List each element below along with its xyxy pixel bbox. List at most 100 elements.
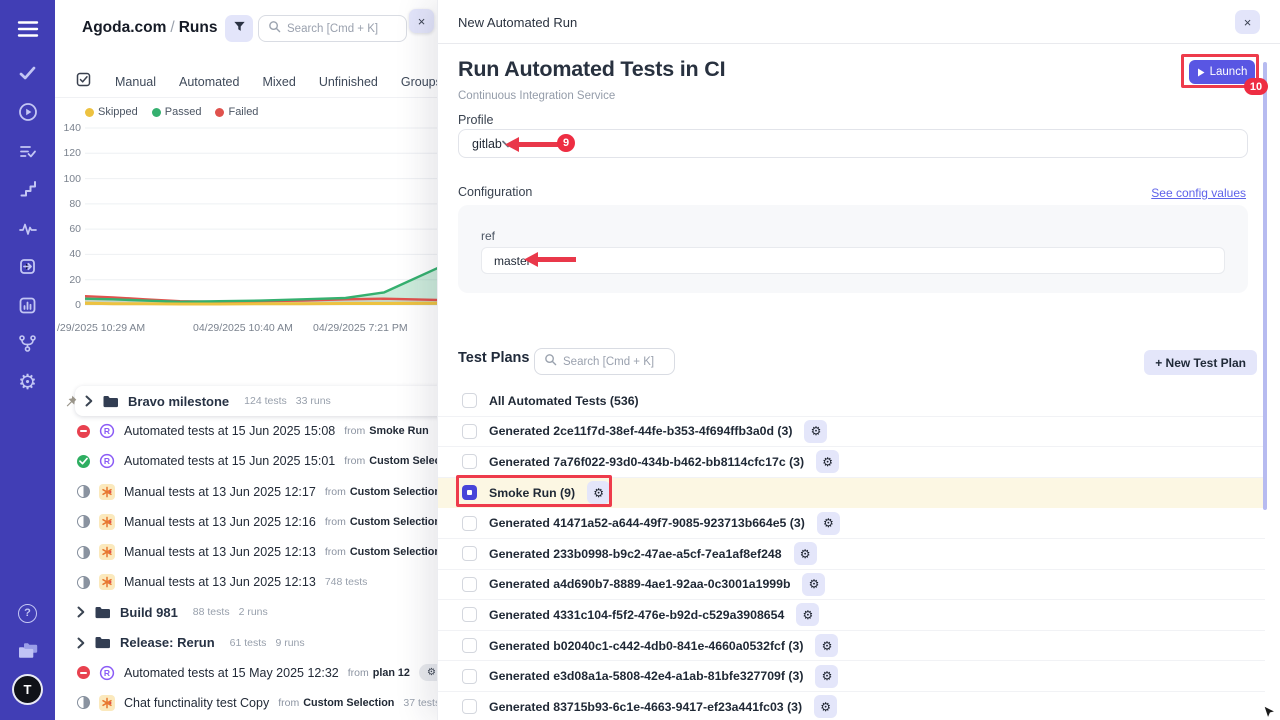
- breadcrumb-project[interactable]: Agoda.com: [82, 19, 166, 36]
- test-plan-checkbox[interactable]: [462, 454, 477, 469]
- legend-passed[interactable]: Passed: [152, 106, 202, 118]
- tab-manual[interactable]: Manual: [115, 75, 156, 89]
- chart-legend: Skipped Passed Failed: [85, 106, 258, 118]
- run-item[interactable]: RAutomated tests at 15 Jun 2025 15:08fro…: [55, 416, 437, 446]
- run-item[interactable]: RAutomated tests at 15 May 2025 12:32fro…: [55, 658, 437, 688]
- launch-button[interactable]: Launch: [1189, 60, 1255, 84]
- run-tests-count: 37 tests: [403, 697, 437, 709]
- run-folder-item[interactable]: Release: Rerun61 tests9 runs: [55, 628, 437, 658]
- runs-list: Bravo milestone124 tests33 runsRAutomate…: [55, 386, 437, 718]
- runs-panel: Agoda.com/Runs × Manual Automated Mixed …: [55, 0, 437, 720]
- run-item[interactable]: Chat functinality test CopyfromCustom Se…: [55, 688, 437, 718]
- sidebar-help-icon[interactable]: ?: [0, 601, 55, 625]
- sidebar-menu-icon[interactable]: [0, 17, 55, 41]
- test-plan-checkbox[interactable]: [462, 424, 477, 439]
- sidebar-import-icon[interactable]: [0, 254, 55, 278]
- test-plan-item[interactable]: Generated e3d08a1a-5808-42e4-a1ab-81bfe3…: [438, 661, 1265, 692]
- chevron-right-icon[interactable]: [85, 395, 93, 407]
- run-title: Automated tests at 15 Jun 2025 15:08: [124, 424, 335, 438]
- tab-groups[interactable]: Groups: [401, 75, 437, 89]
- run-folder-item[interactable]: Bravo milestone124 tests33 runs: [75, 386, 437, 416]
- status-failed-icon: [77, 425, 90, 438]
- tab-unfinished[interactable]: Unfinished: [319, 75, 378, 89]
- chart-x-tick: /29/2025 10:29 AM: [57, 322, 145, 334]
- test-plan-checkbox[interactable]: [462, 699, 477, 714]
- test-plans-icon: [19, 143, 37, 160]
- funnel-icon: [232, 19, 247, 39]
- drawer-close-button[interactable]: ×: [1235, 10, 1260, 34]
- test-plan-checkbox[interactable]: [462, 607, 477, 622]
- sidebar-branch-icon[interactable]: [0, 331, 55, 355]
- page-title: Run Automated Tests in CI: [458, 57, 725, 82]
- test-plan-item[interactable]: Generated 2ce11f7d-38ef-44fe-b353-4f694f…: [438, 417, 1265, 448]
- test-plan-settings-button[interactable]: ⚙: [817, 512, 840, 535]
- tab-automated[interactable]: Automated: [179, 75, 239, 89]
- test-plan-item[interactable]: Generated 83715b93-6c1e-4663-9417-ef23a4…: [438, 692, 1265, 720]
- sidebar-run-play-icon[interactable]: [0, 100, 55, 124]
- run-item[interactable]: Manual tests at 13 Jun 2025 12:16fromCus…: [55, 507, 437, 537]
- sidebar-user-avatar[interactable]: T: [0, 677, 55, 701]
- test-plans-search-input[interactable]: [563, 356, 665, 368]
- panel-close-button[interactable]: ×: [409, 9, 434, 33]
- legend-skipped[interactable]: Skipped: [85, 106, 138, 118]
- test-plan-checkbox[interactable]: [462, 393, 477, 408]
- run-item[interactable]: Manual tests at 13 Jun 2025 12:17fromCus…: [55, 477, 437, 507]
- test-plan-settings-button[interactable]: ⚙: [796, 603, 819, 626]
- runs-search[interactable]: [258, 15, 407, 42]
- test-plan-checkbox[interactable]: [462, 485, 477, 500]
- test-plan-checkbox[interactable]: [462, 516, 477, 531]
- test-plan-item[interactable]: Generated 233b0998-b9c2-47ae-a5cf-7ea1af…: [438, 539, 1265, 570]
- gear-icon: ⚙: [823, 517, 834, 529]
- test-plan-item[interactable]: Generated 41471a52-a644-49f7-9085-923713…: [438, 508, 1265, 539]
- test-plan-item[interactable]: All Automated Tests (536): [438, 386, 1265, 417]
- test-plan-settings-button[interactable]: ⚙: [815, 634, 838, 657]
- test-plan-settings-button[interactable]: ⚙: [587, 481, 610, 504]
- drawer-scrollbar[interactable]: [1263, 62, 1267, 510]
- chart-y-tick: 60: [55, 223, 81, 235]
- test-plan-item[interactable]: Generated 4331c104-f5f2-476e-b92d-c529a3…: [438, 600, 1265, 631]
- test-plan-settings-button[interactable]: ⚙: [804, 420, 827, 443]
- automated-run-icon: R: [99, 453, 115, 469]
- see-config-values-link[interactable]: See config values: [1151, 186, 1246, 200]
- run-item[interactable]: RAutomated tests at 15 Jun 2025 15:01fro…: [55, 446, 437, 476]
- runs-search-input[interactable]: [287, 23, 397, 35]
- profile-select[interactable]: gitlab: [458, 129, 1248, 158]
- test-plans-search[interactable]: [534, 348, 675, 375]
- test-plan-checkbox[interactable]: [462, 669, 477, 684]
- run-item[interactable]: Manual tests at 13 Jun 2025 12:13fromCus…: [55, 537, 437, 567]
- test-plan-settings-button[interactable]: ⚙: [816, 450, 839, 473]
- ref-field-input[interactable]: [481, 247, 1225, 274]
- test-plan-settings-button[interactable]: ⚙: [815, 665, 838, 688]
- sidebar-check-icon[interactable]: [0, 61, 55, 85]
- sidebar-steps-icon[interactable]: [0, 177, 55, 201]
- run-type-badge[interactable]: ⚙test: [419, 664, 437, 681]
- menu-icon: [17, 18, 39, 40]
- test-plan-item[interactable]: Smoke Run (9)⚙: [438, 478, 1265, 509]
- run-folder-item[interactable]: Build 98188 tests2 runs: [55, 597, 437, 627]
- run-item[interactable]: Manual tests at 13 Jun 2025 12:13748 tes…: [55, 567, 437, 597]
- test-plan-label: Generated e3d08a1a-5808-42e4-a1ab-81bfe3…: [489, 669, 803, 683]
- sidebar-reports-icon[interactable]: [0, 293, 55, 317]
- sidebar-settings-gear-icon[interactable]: ⚙: [0, 370, 55, 394]
- test-plan-item[interactable]: Generated a4d690b7-8889-4ae1-92aa-0c3001…: [438, 570, 1265, 601]
- chevron-right-icon[interactable]: [77, 637, 85, 649]
- tab-mixed[interactable]: Mixed: [262, 75, 295, 89]
- test-plan-item[interactable]: Generated 7a76f022-93d0-434b-b462-bb8114…: [438, 447, 1265, 478]
- sidebar-projects-folder-icon[interactable]: [0, 639, 55, 663]
- chevron-right-icon[interactable]: [77, 606, 85, 618]
- test-plan-settings-button[interactable]: ⚙: [794, 542, 817, 565]
- ref-field-label: ref: [481, 229, 495, 243]
- test-plan-item[interactable]: Generated b02040c1-c442-4db0-841e-4660a0…: [438, 631, 1265, 662]
- test-plan-checkbox[interactable]: [462, 638, 477, 653]
- clipboard-check-icon[interactable]: [75, 71, 92, 93]
- test-plan-settings-button[interactable]: ⚙: [814, 695, 837, 718]
- new-test-plan-button[interactable]: + New Test Plan: [1144, 350, 1257, 375]
- test-plan-settings-button[interactable]: ⚙: [802, 573, 825, 596]
- test-plan-checkbox[interactable]: [462, 577, 477, 592]
- legend-failed[interactable]: Failed: [215, 106, 258, 118]
- test-plan-checkbox[interactable]: [462, 546, 477, 561]
- gear-icon: ⚙: [822, 640, 833, 652]
- filter-button[interactable]: [225, 15, 253, 42]
- sidebar-test-plans-icon[interactable]: [0, 139, 55, 163]
- sidebar-pulse-icon[interactable]: [0, 216, 55, 240]
